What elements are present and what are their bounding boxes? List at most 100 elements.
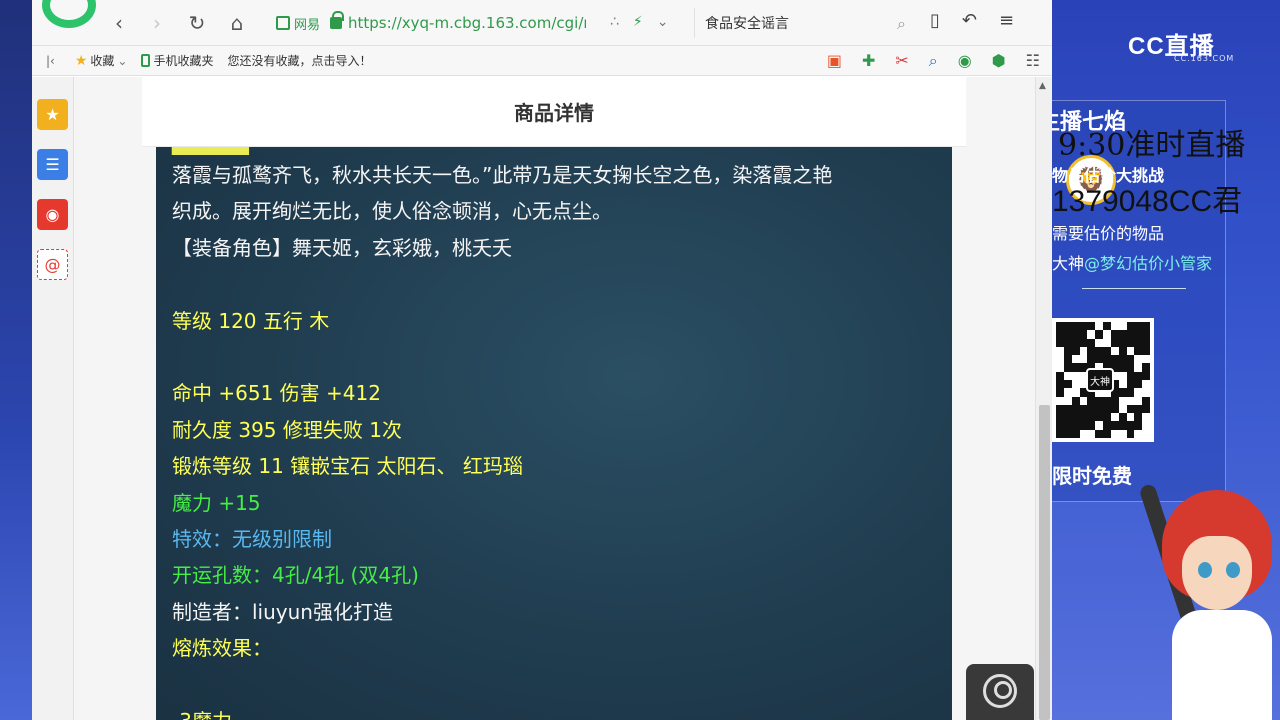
chevron-down-icon: ⌄: [117, 53, 128, 68]
qr-module: [1126, 330, 1135, 339]
tv-icon[interactable]: ▣: [827, 51, 842, 71]
search-icon[interactable]: ⌕: [897, 14, 906, 34]
qr-module: [1126, 396, 1135, 405]
qr-module: [1063, 338, 1072, 347]
desktop-background-left: [0, 0, 32, 720]
browser-nav-bar: ‹ › ↻ ⌂ 网易 https://xyq-m.cbg.163.com/cgi…: [32, 0, 1052, 46]
qr-module: [1103, 330, 1111, 339]
share-icon[interactable]: ∴: [610, 14, 619, 30]
qr-module: [1087, 421, 1096, 430]
url-text[interactable]: https://xyq-m.cbg.163.com/cgi/r: [348, 14, 586, 32]
lock-icon: [330, 11, 345, 29]
phone-icon[interactable]: ▯: [930, 10, 940, 31]
chevron-down-icon[interactable]: ⌄: [657, 14, 669, 30]
divider: [1082, 288, 1186, 289]
qr-module: [1079, 322, 1088, 331]
description-line: 织成。展开绚烂无比，使人俗念顿消，心无点尘。: [172, 199, 612, 224]
qr-module: [1142, 355, 1150, 364]
qr-module: [1087, 396, 1096, 405]
weibo-icon[interactable]: ◉: [37, 199, 68, 230]
qr-module: [1087, 413, 1096, 422]
scrollbar-thumb[interactable]: [1039, 405, 1050, 720]
browser-right-tools: ▯ ↶ ≡: [930, 10, 1014, 31]
qr-module: [1110, 322, 1119, 331]
magnifier-icon[interactable]: ⌕: [929, 51, 938, 71]
qr-module: [1103, 404, 1111, 414]
qr-module: [1118, 429, 1127, 438]
qr-module: [1142, 421, 1150, 430]
qr-module: [1056, 355, 1064, 364]
mail-icon[interactable]: @: [37, 249, 68, 280]
page-title: 商品详情: [142, 77, 966, 147]
import-bookmarks-hint[interactable]: 您还没有收藏，点击导入！: [228, 52, 372, 69]
undo-icon[interactable]: ↶: [962, 10, 977, 31]
qr-module: [1071, 396, 1080, 405]
forward-button[interactable]: ›: [144, 10, 170, 36]
shield-icon[interactable]: ⬢: [992, 51, 1006, 71]
qr-module: [1071, 371, 1080, 380]
qr-module: [1095, 429, 1103, 438]
item-description-lines: 落霞与孤鹜齐飞，秋水共长天一色。”此带乃是天女掬长空之色，染落霞之艳 织成。展开绚…: [172, 157, 936, 720]
qr-module: [1063, 371, 1072, 380]
search-input[interactable]: 食品安全谣言 ⌕: [694, 8, 912, 38]
qr-module: [1063, 429, 1072, 438]
qr-module: [1095, 396, 1103, 405]
qr-module: [1142, 413, 1150, 422]
qr-module: [1071, 363, 1080, 372]
qr-module: [1110, 413, 1119, 422]
qr-module: [1063, 388, 1072, 397]
room-number: 1379048CC君: [1052, 185, 1243, 218]
qr-module: [1071, 404, 1080, 414]
qr-module: [1110, 404, 1119, 414]
qr-module: [1071, 379, 1080, 389]
qr-module: [1056, 330, 1064, 339]
apps-grid-icon[interactable]: ☷: [1026, 51, 1040, 71]
qr-module: [1142, 363, 1150, 372]
home-button[interactable]: ⌂: [224, 10, 250, 36]
qr-module: [1087, 330, 1096, 339]
qr-module: [1118, 322, 1127, 331]
qr-module: [1056, 396, 1064, 405]
reload-button[interactable]: ↻: [184, 10, 210, 36]
qr-module: [1126, 429, 1135, 438]
character-eye: [1198, 562, 1212, 578]
favorites-star-icon[interactable]: ★: [37, 99, 68, 130]
qr-module: [1103, 355, 1111, 364]
lightning-icon[interactable]: ⚡: [633, 14, 643, 30]
qr-module: [1126, 363, 1135, 372]
qr-module: [1142, 338, 1150, 347]
qr-module: [1095, 322, 1103, 331]
page-scrollbar[interactable]: ▲: [1035, 77, 1052, 720]
qr-module: [1087, 338, 1096, 347]
menu-icon[interactable]: ≡: [999, 10, 1014, 31]
description-line: 特效：无级别限制: [172, 526, 332, 551]
news-icon[interactable]: ☰: [37, 149, 68, 180]
character-eye: [1226, 562, 1240, 578]
favorites-menu[interactable]: ★ 收藏 ⌄: [75, 52, 128, 69]
qr-module: [1118, 330, 1127, 339]
qr-module: [1142, 429, 1150, 438]
collapse-sidebar-icon[interactable]: |‹: [46, 54, 55, 68]
qr-module: [1063, 330, 1072, 339]
scroll-up-icon[interactable]: ▲: [1039, 81, 1046, 91]
scissors-icon[interactable]: ✂: [895, 51, 908, 71]
qr-module: [1063, 355, 1072, 364]
description-line: 耐久度 395 修理失败 1次: [172, 417, 402, 442]
translate-icon[interactable]: ✚: [862, 51, 875, 71]
qr-module: [1134, 371, 1143, 380]
game-icon[interactable]: ◉: [958, 51, 972, 71]
qr-module: [1079, 355, 1088, 364]
qr-module: [1056, 388, 1064, 397]
qr-module: [1103, 346, 1111, 356]
qr-module: [1063, 322, 1072, 331]
qr-module: [1126, 322, 1135, 331]
qr-module: [1087, 404, 1096, 414]
qr-module: [1079, 429, 1088, 438]
back-button[interactable]: ‹: [106, 10, 132, 36]
qr-module: [1142, 346, 1150, 356]
customer-service-button[interactable]: [966, 664, 1034, 720]
qr-module: [1071, 413, 1080, 422]
qr-module: [1134, 396, 1143, 405]
mobile-favorites[interactable]: 手机收藏夹: [141, 52, 214, 69]
qr-module: [1095, 330, 1103, 339]
